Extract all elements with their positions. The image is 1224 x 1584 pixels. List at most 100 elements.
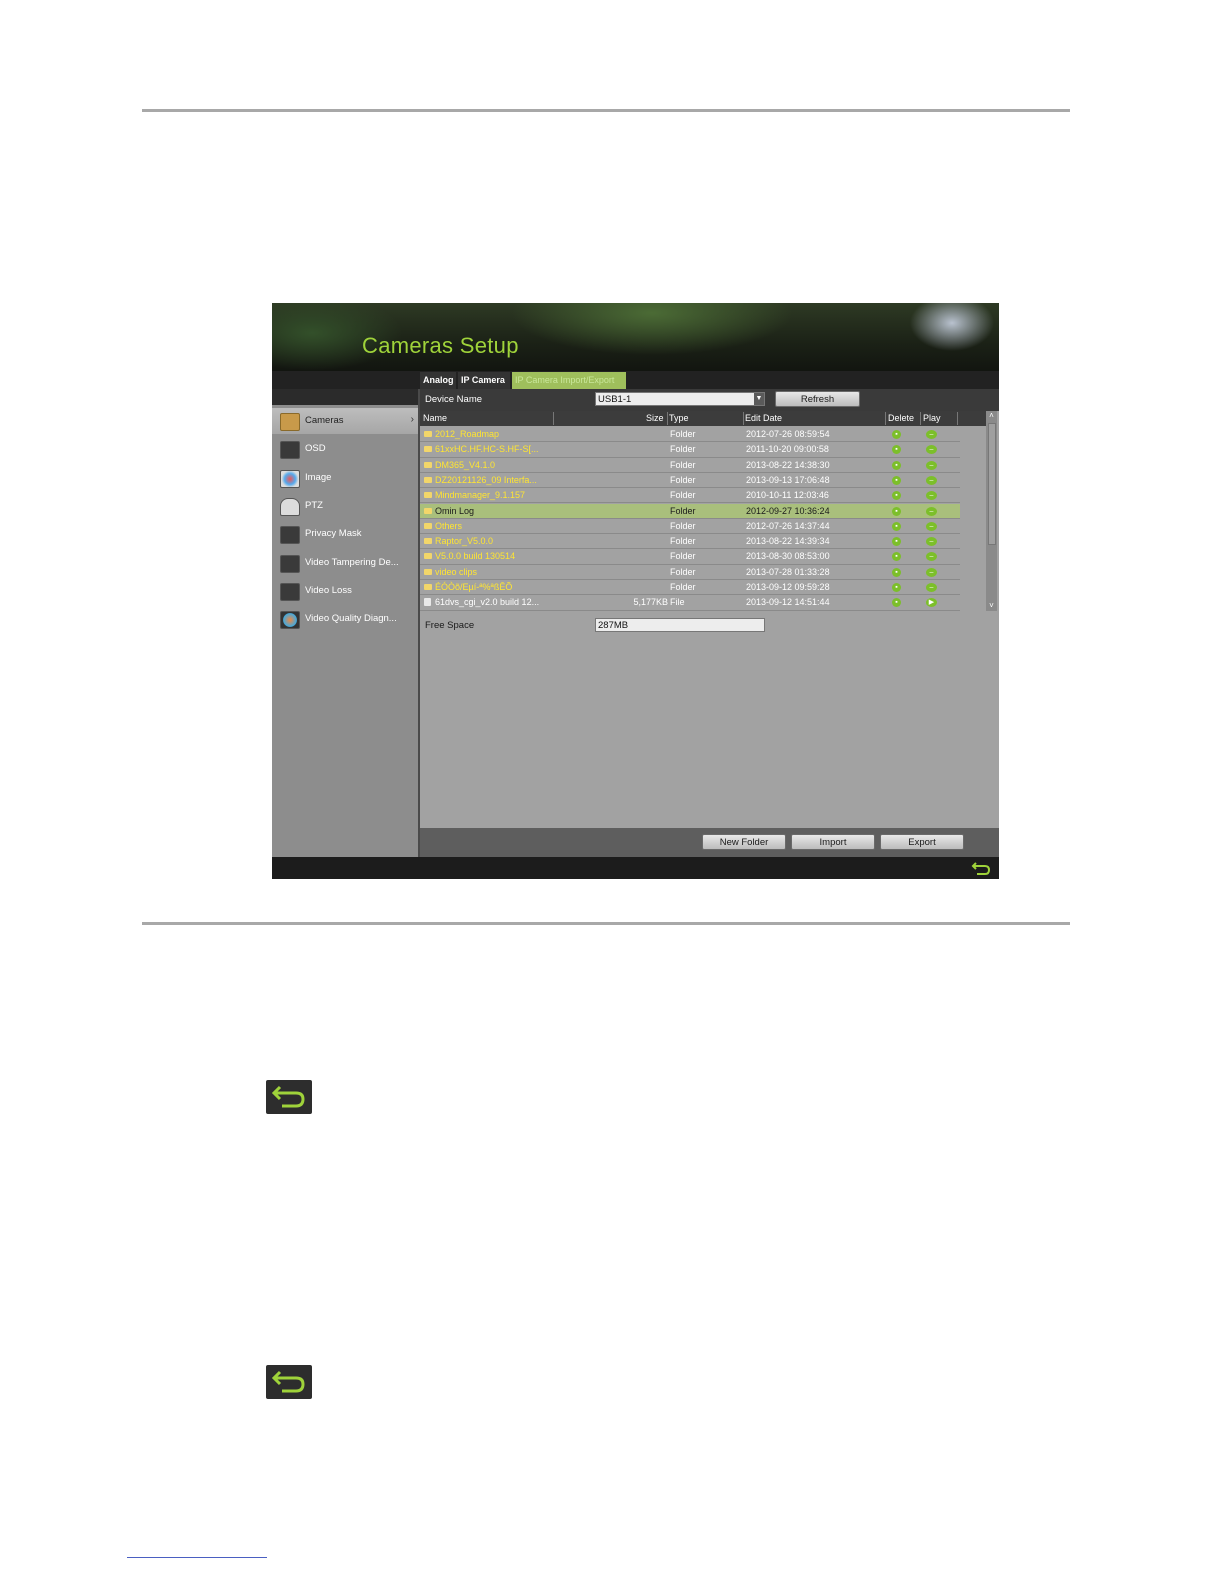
table-row[interactable]: ÉÓÒõ/Eµí-ª%ªßÊÕ Folder 2013-09-12 09:59:… [420, 580, 960, 596]
trash-icon[interactable]: ▪ [892, 475, 901, 485]
trash-icon[interactable]: ▪ [892, 537, 901, 547]
table-row-selected[interactable]: Omin Log Folder 2012-09-27 10:36:24 ▪ – [420, 503, 960, 519]
header-name[interactable]: Name [423, 413, 447, 423]
minus-icon[interactable]: – [926, 460, 937, 470]
trash-icon[interactable]: ▪ [892, 598, 901, 608]
tab-ip-camera[interactable]: IP Camera [458, 372, 510, 389]
minus-icon[interactable]: – [926, 521, 937, 531]
header-type[interactable]: Type [669, 413, 689, 423]
minus-icon[interactable]: – [926, 583, 937, 592]
table-row[interactable]: Raptor_V5.0.0 Folder 2013-08-22 14:39:34… [420, 534, 960, 550]
header-separator [667, 412, 668, 425]
table-row[interactable]: 61dvs_cgi_v2.0 build 12... 5,177KB File … [420, 595, 960, 611]
table-header: Name Size Type Edit Date Delete Play [420, 411, 986, 426]
sidebar-item-label: Video Tampering De... [305, 557, 399, 568]
header-banner: Cameras Setup [272, 303, 999, 371]
footnote-rule [127, 1557, 267, 1558]
folder-icon [424, 461, 432, 468]
cell-type: Folder [670, 566, 696, 577]
cell-name: Omin Log [435, 505, 475, 516]
folder-icon [424, 446, 432, 453]
table-row[interactable]: DZ20121126_09 Interfa... Folder 2013-09-… [420, 473, 960, 489]
folder-icon [424, 476, 432, 483]
table-scrollbar[interactable]: ˄ ˅ [986, 411, 997, 611]
minus-icon[interactable]: – [926, 491, 937, 501]
trash-icon[interactable]: ▪ [892, 506, 901, 516]
header-play[interactable]: Play [923, 413, 941, 423]
sidebar-item-video-tampering[interactable]: Video Tampering De... [272, 550, 418, 576]
cell-date: 2013-08-22 14:39:34 [746, 536, 830, 547]
cell-date: 2010-10-11 12:03:46 [746, 490, 829, 501]
refresh-button[interactable]: Refresh [775, 391, 860, 407]
trash-icon[interactable]: ▪ [892, 430, 901, 439]
image-icon [280, 470, 300, 488]
header-size[interactable]: Size [646, 413, 664, 423]
sidebar-item-label: Cameras [305, 415, 344, 426]
header-edit-date[interactable]: Edit Date [745, 413, 782, 423]
scroll-up-icon[interactable]: ˄ [986, 411, 997, 421]
device-name-value: USB1-1 [598, 394, 632, 405]
cell-date: 2012-07-26 14:37:44 [746, 520, 830, 531]
back-icon[interactable] [971, 860, 991, 876]
header-separator [957, 412, 958, 425]
trash-icon[interactable]: ▪ [892, 567, 901, 577]
table-row[interactable]: DM365_V4.1.0 Folder 2013-08-22 14:38:30 … [420, 458, 960, 473]
table-row[interactable]: video clips Folder 2013-07-28 01:33:28 ▪… [420, 565, 960, 580]
cell-type: Folder [670, 505, 696, 516]
table-row[interactable]: Mindmanager_9.1.157 Folder 2010-10-11 12… [420, 488, 960, 504]
minus-icon[interactable]: – [926, 445, 937, 455]
minus-icon[interactable]: – [926, 567, 937, 577]
trash-icon[interactable]: ▪ [892, 491, 901, 501]
sidebar-item-image[interactable]: Image [272, 465, 418, 491]
play-icon[interactable]: ▶ [926, 598, 937, 608]
minus-icon[interactable]: – [926, 552, 937, 562]
tab-ip-camera-import-export[interactable]: IP Camera Import/Export [512, 372, 626, 389]
cell-date: 2013-09-12 09:59:28 [746, 582, 830, 592]
cell-date: 2013-09-13 17:06:48 [746, 474, 830, 485]
minus-icon[interactable]: – [926, 537, 937, 547]
osd-icon [280, 441, 300, 459]
table-row[interactable]: V5.0.0 build 130514 Folder 2013-08-30 08… [420, 549, 960, 565]
sidebar-item-osd[interactable]: OSD [272, 436, 418, 462]
trash-icon[interactable]: ▪ [892, 552, 901, 562]
trash-icon[interactable]: ▪ [892, 445, 901, 455]
video-tampering-icon [280, 555, 300, 573]
sidebar-item-cameras[interactable]: Cameras › [272, 408, 418, 434]
cell-name: DZ20121126_09 Interfa... [435, 474, 537, 485]
sidebar-item-video-quality[interactable]: Video Quality Diagn... [272, 606, 418, 632]
cell-name: 61dvs_cgi_v2.0 build 12... [435, 597, 540, 608]
minus-icon[interactable]: – [926, 430, 937, 439]
minus-icon[interactable]: – [926, 475, 937, 485]
page-title: Cameras Setup [362, 333, 519, 358]
table-row[interactable]: Others Folder 2012-07-26 14:37:44 ▪ – [420, 519, 960, 535]
trash-icon[interactable]: ▪ [892, 583, 901, 592]
cell-name: Mindmanager_9.1.157 [435, 490, 526, 501]
table-row[interactable]: 2012_Roadmap Folder 2012-07-26 08:59:54 … [420, 427, 960, 443]
sidebar-item-label: Video Quality Diagn... [305, 613, 397, 624]
free-space-value: 287MB [595, 618, 765, 632]
export-button[interactable]: Export [880, 834, 964, 850]
cell-type: Folder [670, 490, 696, 501]
cameras-setup-window: Cameras Setup Analog IP Camera IP Camera… [272, 303, 999, 879]
device-name-select[interactable]: USB1-1 ▼ [595, 392, 765, 406]
video-loss-icon [280, 583, 300, 601]
scroll-down-icon[interactable]: ˅ [986, 601, 997, 611]
tab-analog[interactable]: Analog [420, 372, 456, 389]
sidebar-item-video-loss[interactable]: Video Loss [272, 578, 418, 604]
sidebar-item-ptz[interactable]: PTZ [272, 493, 418, 519]
minus-icon[interactable]: – [926, 506, 937, 516]
chevron-down-icon[interactable]: ▼ [754, 393, 764, 405]
table-row[interactable]: 61xxHC.HF.HC-S.HF-S[... Folder 2011-10-2… [420, 442, 960, 458]
import-button[interactable]: Import [791, 834, 875, 850]
trash-icon[interactable]: ▪ [892, 521, 901, 531]
trash-icon[interactable]: ▪ [892, 460, 901, 470]
scrollbar-thumb[interactable] [988, 423, 996, 545]
cell-name: Raptor_V5.0.0 [435, 536, 494, 547]
cell-type: File [670, 597, 685, 608]
header-separator [553, 412, 554, 425]
sidebar-item-privacy-mask[interactable]: Privacy Mask [272, 521, 418, 547]
back-icon [271, 1085, 305, 1108]
content-panel: Device Name USB1-1 ▼ Refresh Name Size T… [420, 389, 999, 857]
header-delete[interactable]: Delete [888, 413, 914, 423]
new-folder-button[interactable]: New Folder [702, 834, 786, 850]
